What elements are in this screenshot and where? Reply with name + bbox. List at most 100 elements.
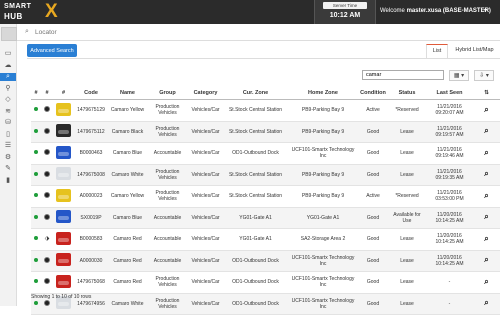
- vehicle-thumbnail[interactable]: [56, 253, 71, 267]
- cell-group: Production Vehicles: [147, 121, 188, 143]
- layers-icon[interactable]: ≋: [3, 108, 13, 116]
- view-details-search-icon[interactable]: ⌕: [484, 255, 488, 264]
- cell-code: B0000583: [74, 228, 108, 251]
- cloud-icon[interactable]: ☁: [3, 62, 13, 70]
- table-row[interactable]: A0000023 Camaro Yellow Production Vehicles…: [31, 185, 500, 208]
- advanced-search-button[interactable]: Advanced Search: [27, 44, 77, 57]
- list-icon[interactable]: ☰: [3, 142, 13, 150]
- cell-condition: Good: [358, 250, 388, 272]
- table-row[interactable]: 1479674956 Camaro White Production Vehicle…: [31, 293, 500, 315]
- locate-pin-icon[interactable]: [44, 127, 50, 134]
- col-code-header[interactable]: Code: [74, 86, 108, 100]
- table-row[interactable]: A0000030 Camaro Red Accountable Vehicles/Ca…: [31, 250, 500, 272]
- table-filter-input[interactable]: [362, 70, 444, 80]
- menu-toggle-button[interactable]: [1, 27, 17, 41]
- details-cell: ⌕: [473, 185, 500, 208]
- locator-search-input[interactable]: [35, 27, 235, 37]
- table-row[interactable]: 1479675129 Camaro Yellow Production Vehicl…: [31, 99, 500, 122]
- cell-condition: Good: [358, 164, 388, 186]
- cell-home-zone: UCF101-Smartx Technology Inc: [288, 271, 358, 294]
- active-cell: [31, 185, 41, 208]
- cell-status: Lease: [388, 271, 426, 294]
- cell-name: Camaro Red: [108, 250, 147, 272]
- table-row[interactable]: 1479675068 Camaro Red Production Vehicles V…: [31, 271, 500, 294]
- column-toggle-button[interactable]: ▦ ▾: [449, 70, 469, 81]
- active-cell: [31, 207, 41, 229]
- cell-name: Camaro White: [108, 293, 147, 315]
- view-details-search-icon[interactable]: ⌕: [484, 277, 488, 286]
- vehicle-thumbnail[interactable]: [56, 167, 71, 181]
- locate-pin-icon[interactable]: [44, 299, 50, 306]
- image-cell: [53, 250, 74, 272]
- col-location-header[interactable]: #: [41, 86, 53, 100]
- table-row[interactable]: ⬗ B0000583 Camaro Red Accountable Vehicles/C…: [31, 228, 500, 251]
- table-row[interactable]: 1479675008 Camaro White Production Vehicle…: [31, 164, 500, 186]
- active-status-icon: [34, 236, 38, 241]
- monitor-icon[interactable]: ▭: [3, 50, 13, 58]
- col-sort-header[interactable]: ⇅: [473, 86, 500, 100]
- active-status-icon: [34, 150, 38, 155]
- cell-condition: Active: [358, 185, 388, 208]
- database-icon[interactable]: ⛁: [3, 119, 13, 127]
- table-row[interactable]: SX0019P Camaro Blue Accountable Vehicles/Ca…: [31, 207, 500, 229]
- view-details-search-icon[interactable]: ⌕: [484, 126, 488, 135]
- tab-hybrid-list-map[interactable]: Hybrid List/Map: [449, 44, 500, 57]
- col-category-header[interactable]: Category: [188, 86, 223, 100]
- vehicle-thumbnail[interactable]: [56, 188, 71, 202]
- view-details-search-icon[interactable]: ⌕: [484, 234, 488, 243]
- table-row[interactable]: 1479675112 Camaro Black Production Vehicle…: [31, 121, 500, 143]
- cell-home-zone: PB9-Parking Bay 9: [288, 164, 358, 186]
- user-name: master.xusa (BASE-MASTER): [406, 8, 491, 14]
- vehicle-thumbnail[interactable]: [56, 124, 71, 138]
- vehicle-thumbnail[interactable]: [56, 210, 71, 224]
- col-last-seen-header[interactable]: Last Seen: [426, 86, 473, 100]
- locate-pin-icon[interactable]: [44, 106, 50, 113]
- col-group-header[interactable]: Group: [147, 86, 188, 100]
- locate-pin-icon[interactable]: [44, 192, 50, 199]
- locate-pin-icon[interactable]: [44, 170, 50, 177]
- col-status-header[interactable]: Status: [388, 86, 426, 100]
- view-details-search-icon[interactable]: ⌕: [484, 212, 488, 221]
- mobile-icon[interactable]: ▯: [3, 131, 13, 139]
- cell-status: Lease: [388, 250, 426, 272]
- view-details-search-icon[interactable]: ⌕: [484, 105, 488, 114]
- bar-chart-icon[interactable]: ▮: [3, 177, 13, 185]
- tab-divider: [27, 58, 500, 59]
- vehicle-thumbnail[interactable]: [56, 145, 71, 159]
- cell-cur-zone: OD1-Outbound Dock: [223, 293, 288, 315]
- vehicle-thumbnail[interactable]: [56, 102, 71, 116]
- col-home-zone-header[interactable]: Home Zone: [288, 86, 358, 100]
- wrench-icon[interactable]: ✎: [3, 165, 13, 173]
- tab-list[interactable]: List: [426, 44, 448, 58]
- export-button[interactable]: ⇩ ▾: [474, 70, 494, 81]
- cell-home-zone: UCF101-Smartx Technology Inc: [288, 142, 358, 165]
- locate-pin-icon[interactable]: [44, 149, 50, 156]
- cell-status: *Reserved: [388, 99, 426, 122]
- gear-icon[interactable]: ⚙: [3, 154, 13, 162]
- cell-status: Available for Use: [388, 207, 426, 229]
- locate-pin-icon[interactable]: [44, 256, 50, 263]
- welcome-user[interactable]: Welcome master.xusa (BASE-MASTER): [380, 8, 491, 14]
- image-cell: [53, 271, 74, 294]
- tag-icon[interactable]: ◇: [3, 96, 13, 104]
- details-cell: ⌕: [473, 121, 500, 143]
- view-details-search-icon[interactable]: ⌕: [484, 191, 488, 200]
- col-name-header[interactable]: Name: [108, 86, 147, 100]
- vehicle-thumbnail[interactable]: [56, 274, 71, 288]
- search-icon[interactable]: ⌕: [0, 73, 16, 81]
- col-image-header[interactable]: #: [53, 86, 74, 100]
- cell-category: Vehicles/Car: [188, 250, 223, 272]
- table-row[interactable]: B0000463 Camaro Blue Accountable Vehicles/C…: [31, 142, 500, 165]
- view-details-search-icon[interactable]: ⌕: [484, 169, 488, 178]
- app-logo[interactable]: SMART HUB X: [4, 2, 68, 22]
- locate-pin-icon[interactable]: [44, 278, 50, 285]
- view-details-search-icon[interactable]: ⌕: [484, 148, 488, 157]
- user-menu-caret-icon[interactable]: ▾: [484, 7, 487, 14]
- locate-pin-icon[interactable]: [44, 213, 50, 220]
- vehicle-thumbnail[interactable]: [56, 231, 71, 245]
- col-condition-header[interactable]: Condition: [358, 86, 388, 100]
- col-active-header[interactable]: #: [31, 86, 41, 100]
- cell-last-seen: 11/21/2016 03:53:00 PM: [426, 185, 473, 208]
- col-cur-zone-header[interactable]: Cur. Zone: [223, 86, 288, 100]
- pin-icon[interactable]: ⚲: [3, 85, 13, 93]
